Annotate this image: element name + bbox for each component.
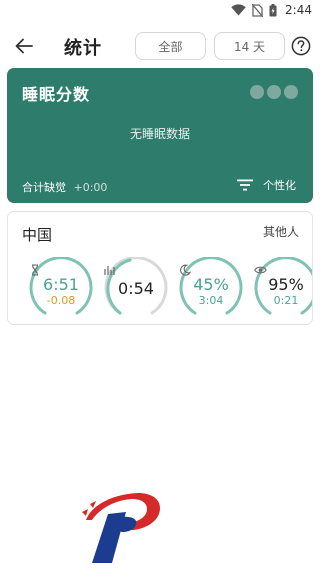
gauge-value: 6:51: [43, 275, 79, 294]
personalize-label: 个性化: [263, 179, 296, 192]
region-stats-card: 中国 其他人 6:51 -0.08 0:54 45% 3:04 95% 0:21: [7, 211, 313, 325]
status-icons: 2:44: [231, 3, 312, 17]
no-sleep-data-text: 无睡眠数据: [129, 127, 190, 141]
gauge-sub-value: 0:21: [273, 294, 299, 307]
personalize-button[interactable]: 个性化: [237, 177, 296, 193]
sleep-deficit-label: 合计缺觉: [22, 181, 66, 194]
gauge-sub-value: -0.08: [46, 294, 76, 307]
wifi-icon: [231, 4, 246, 16]
app-bar: 统计 全部 14 天: [0, 24, 320, 68]
arrow-left-icon: [15, 38, 33, 54]
status-bar: 2:44: [0, 0, 320, 24]
watermark-logo: [78, 490, 162, 564]
status-time: 2:44: [285, 3, 312, 17]
sleep-deficit-value: +0:00: [73, 181, 108, 194]
back-button[interactable]: [10, 33, 38, 59]
region-title: 中国: [22, 226, 53, 244]
range-14-days-button[interactable]: 14 天: [214, 32, 285, 60]
score-dot[interactable]: [267, 85, 281, 99]
score-dot[interactable]: [250, 85, 264, 99]
sleep-score-title: 睡眠分数: [22, 85, 91, 104]
page-title: 统计: [64, 38, 102, 59]
help-button[interactable]: [291, 36, 311, 56]
help-icon: [291, 36, 311, 56]
score-dots: [250, 85, 298, 99]
gauge-sub-value: 3:04: [198, 294, 224, 307]
gauge-value: 95%: [268, 275, 304, 294]
gauge-deep-sleep[interactable]: 45% 3:04: [179, 257, 243, 321]
filter-icon: [237, 179, 253, 191]
range-all-button[interactable]: 全部: [135, 32, 206, 60]
gauge-value: 0:54: [118, 279, 154, 298]
sleep-deficit: 合计缺觉 +0:00: [22, 179, 107, 195]
score-dot[interactable]: [284, 85, 298, 99]
gauge-sleep-duration[interactable]: 6:51 -0.08: [29, 257, 93, 321]
sleep-chart-icon: [104, 264, 168, 276]
sleep-score-card[interactable]: 睡眠分数 无睡眠数据 合计缺觉 +0:00 个性化: [7, 68, 313, 203]
gauge-awake[interactable]: 95% 0:21: [254, 257, 312, 321]
gauge-sleep-chart[interactable]: 0:54: [104, 257, 168, 321]
battery-icon: [269, 3, 277, 16]
no-sim-icon: [252, 3, 264, 17]
others-link[interactable]: 其他人: [263, 223, 299, 240]
gauge-value: 45%: [193, 275, 229, 294]
